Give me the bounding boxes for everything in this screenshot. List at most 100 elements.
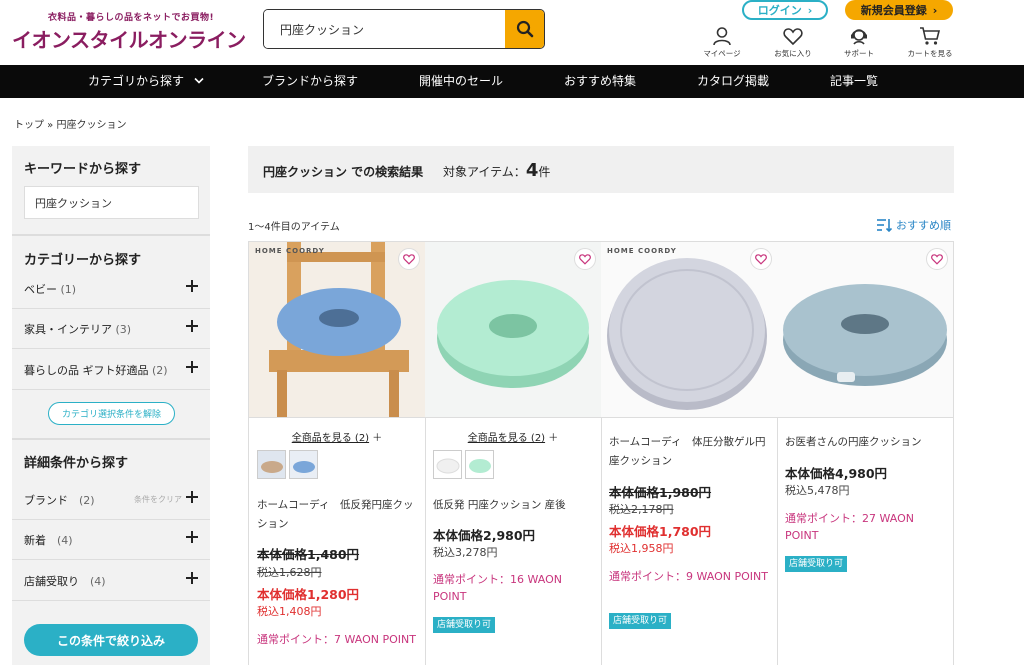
price: 本体価格2,980円	[433, 528, 536, 543]
product-card[interactable]: HOME COORDY 全商品を見る (2) ＋ ホームコーディ 低反発円座クッ…	[249, 242, 426, 665]
product-card[interactable]: 全商品を見る (2) ＋ 低反発 円座クッション 産後 本体価格2,980円 税…	[425, 242, 602, 665]
favorite-button[interactable]	[926, 248, 948, 270]
user-icon	[713, 27, 731, 46]
detail-label: 新着 (4)	[24, 534, 73, 547]
item-range: 1〜4件目のアイテム	[248, 222, 340, 233]
register-label: 新規会員登録	[860, 4, 927, 17]
search-button[interactable]	[505, 10, 544, 48]
nav-feature[interactable]: おすすめ特集	[564, 65, 636, 98]
detail-row-new[interactable]: 新着 (4)	[12, 520, 210, 560]
swatch-option[interactable]	[289, 450, 318, 479]
detail-row-pickup[interactable]: 店舗受取り (4)	[12, 561, 210, 601]
plus-icon[interactable]	[186, 572, 198, 584]
mypage-link[interactable]: マイページ	[692, 26, 752, 59]
apply-filter-button[interactable]: この条件で絞り込み	[24, 624, 198, 656]
chevron-right-icon: ›	[807, 3, 813, 17]
store-pickup-badge: 店舗受取り可	[433, 617, 496, 633]
brand-mark: HOME COORDY	[607, 247, 677, 255]
favorites-link[interactable]: お気に入り	[763, 26, 823, 59]
favorite-button[interactable]	[398, 248, 420, 270]
product-photo	[425, 242, 601, 417]
category-row-gift[interactable]: 暮らしの品 ギフト好適品 (2)	[12, 350, 210, 390]
register-button[interactable]: 新規会員登録 ›	[845, 0, 953, 20]
heart-icon	[579, 254, 591, 265]
swatch-option[interactable]	[465, 450, 494, 479]
swatch-option[interactable]	[433, 450, 462, 479]
site-header: 衣料品・暮らしの品をネットでお買物! イオンスタイルオンライン ログイン › 新…	[0, 0, 1024, 65]
product-card[interactable]: HOME COORDY ホームコーディ 体圧分散ゲル円座クッション 本体価格1,…	[601, 242, 778, 665]
see-all-link[interactable]: 全商品を見る (2) ＋	[425, 429, 601, 444]
sort-dropdown[interactable]: おすすめ順	[876, 217, 951, 233]
color-swatches	[257, 450, 318, 479]
product-image[interactable]: HOME COORDY	[601, 242, 777, 418]
logo-name: イオンスタイルオンライン	[12, 28, 246, 52]
global-nav: カテゴリから探す ブランドから探す 開催中のセール おすすめ特集 カタログ掲載 …	[0, 65, 1024, 98]
clear-condition-link[interactable]: 条件をクリア	[134, 494, 182, 505]
detail-row-brand[interactable]: ブランド (2) 条件をクリア	[12, 480, 210, 520]
plus-icon[interactable]	[186, 491, 198, 503]
search-input[interactable]	[264, 10, 506, 48]
support-icon	[851, 29, 867, 45]
nav-category[interactable]: カテゴリから探す	[88, 65, 204, 98]
category-row-furniture[interactable]: 家具・インテリア (3)	[12, 309, 210, 349]
category-heading: カテゴリーから探す	[24, 253, 142, 268]
favorites-label: お気に入り	[774, 49, 812, 58]
nav-brand[interactable]: ブランドから探す	[262, 65, 358, 98]
product-name[interactable]: ホームコーディ 低反発円座クッション	[257, 496, 419, 534]
support-link[interactable]: サポート	[829, 26, 889, 59]
divider	[12, 438, 210, 440]
plus-icon[interactable]	[186, 531, 198, 543]
nav-sale[interactable]: 開催中のセール	[419, 65, 503, 98]
nav-articles[interactable]: 記事一覧	[830, 65, 878, 98]
category-row-baby[interactable]: ベビー (1)	[12, 269, 210, 309]
store-pickup-badge: 店舗受取り可	[785, 556, 848, 572]
site-logo[interactable]: 衣料品・暮らしの品をネットでお買物! イオンスタイルオンライン	[12, 10, 246, 53]
original-price: 本体価格1,480円	[257, 547, 360, 562]
product-image[interactable]: HOME COORDY	[249, 242, 425, 418]
chevron-right-icon: ›	[932, 3, 938, 17]
category-label: ベビー (1)	[24, 283, 77, 296]
sort-icon	[877, 219, 892, 232]
mypage-label: マイページ	[703, 49, 741, 58]
sale-tax-price: 税込1,408円	[257, 605, 322, 618]
product-name[interactable]: ホームコーディ 体圧分散ゲル円座クッション	[609, 433, 771, 471]
nav-catalog[interactable]: カタログ掲載	[697, 65, 769, 98]
points-info: 通常ポイント：27 WAON POINT	[785, 512, 914, 542]
login-label: ログイン	[757, 4, 802, 17]
search-icon	[516, 20, 533, 38]
cart-link[interactable]: カートを見る	[900, 26, 960, 59]
breadcrumb[interactable]: トップ » 円座クッション	[14, 116, 126, 131]
original-price: 本体価格1,980円	[609, 485, 712, 500]
product-photo	[249, 242, 425, 417]
favorite-button[interactable]	[750, 248, 772, 270]
plus-icon[interactable]	[186, 361, 198, 373]
product-image[interactable]	[777, 242, 953, 418]
swatch-option[interactable]	[257, 450, 286, 479]
product-photo	[777, 242, 953, 417]
search-box	[263, 9, 545, 49]
product-name[interactable]: お医者さんの円座クッション	[785, 433, 947, 452]
detail-label: ブランド (2)	[24, 494, 95, 507]
favorite-button[interactable]	[574, 248, 596, 270]
logo-tagline: 衣料品・暮らしの品をネットでお買物!	[48, 13, 215, 23]
login-button[interactable]: ログイン ›	[742, 0, 828, 20]
keyword-input[interactable]	[24, 186, 199, 219]
product-photo	[601, 242, 777, 417]
product-image[interactable]	[425, 242, 601, 418]
filter-sidebar: キーワードから探す カテゴリーから探す ベビー (1) 家具・インテリア (3)…	[12, 146, 210, 665]
plus-icon[interactable]	[186, 280, 198, 292]
product-name[interactable]: 低反発 円座クッション 産後	[433, 496, 595, 515]
points-info: 通常ポイント：7 WAON POINT	[257, 633, 416, 646]
cart-icon	[920, 27, 941, 45]
plus-icon[interactable]	[186, 320, 198, 332]
sale-price: 本体価格1,280円	[257, 587, 360, 602]
category-label: 家具・インテリア (3)	[24, 323, 132, 336]
detail-heading: 詳細条件から探す	[24, 456, 129, 471]
tax-price: 税込5,478円	[785, 484, 850, 497]
product-card[interactable]: お医者さんの円座クッション 本体価格4,980円 税込5,478円 通常ポイント…	[777, 242, 954, 665]
result-title: 円座クッション での検索結果	[263, 165, 424, 179]
clear-category-button[interactable]: カテゴリ選択条件を解除	[48, 402, 175, 425]
heart-icon	[755, 254, 767, 265]
sort-label: おすすめ順	[896, 219, 951, 232]
see-all-link[interactable]: 全商品を見る (2) ＋	[249, 429, 425, 444]
